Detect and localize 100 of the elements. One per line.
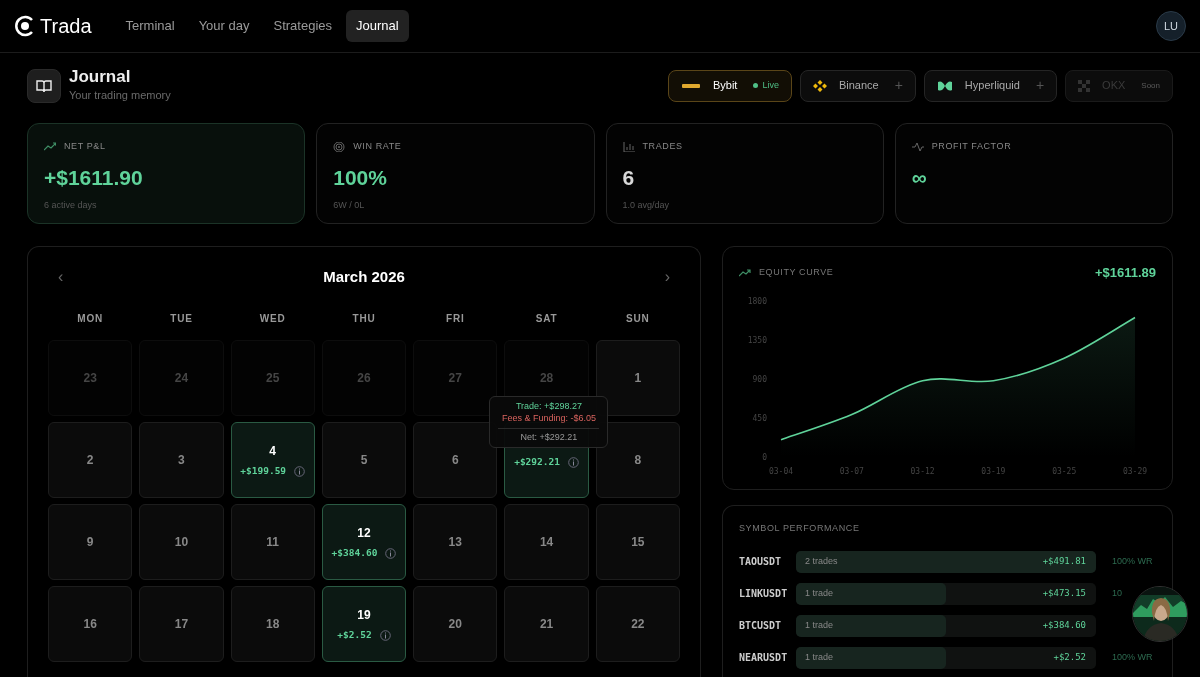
calendar-day[interactable]: 16	[48, 586, 133, 663]
axis-label: 900	[752, 374, 767, 384]
card-title: EQUITY CURVE	[759, 266, 834, 280]
target-icon	[333, 141, 346, 152]
trend-icon	[739, 268, 751, 277]
calendar-day[interactable]: 12 +$384.60	[321, 504, 407, 581]
exchange-chip[interactable]: Hyperliquid +	[923, 69, 1058, 102]
day-number: 4	[269, 443, 277, 461]
axis-label: 03-19	[981, 466, 1006, 476]
book-icon	[27, 68, 61, 103]
next-month-button[interactable]: ›	[654, 265, 680, 290]
weekday-label: SUN	[625, 312, 651, 327]
symbol-name: BTCUSDT	[739, 619, 783, 634]
calendar-day[interactable]: 5	[321, 422, 407, 499]
stat-value: +$1611.90	[44, 164, 144, 191]
nav-tab[interactable]: Journal	[346, 10, 409, 42]
symbol-name: NEARUSDT	[739, 651, 789, 666]
stat-label: PROFIT FACTOR	[931, 140, 1012, 154]
weekday-label: FRI	[445, 312, 466, 327]
previous-month-button[interactable]: ‹	[48, 265, 74, 290]
calendar-day[interactable]: 14	[504, 504, 589, 581]
stat-value: 6	[622, 164, 636, 191]
day-number: 25	[266, 370, 280, 388]
day-number: 15	[631, 534, 645, 552]
live-dot-icon	[753, 83, 759, 89]
day-number: 17	[174, 616, 189, 634]
diamond-logo-icon	[812, 78, 827, 93]
calendar-day[interactable]: 4 +$199.59	[230, 422, 315, 499]
day-number: 1	[634, 370, 642, 388]
weekday-label: TUE	[169, 312, 194, 327]
weekday-label: SAT	[534, 312, 559, 327]
calendar-day[interactable]: 6	[413, 422, 498, 499]
nav-tab[interactable]: Your day	[188, 10, 260, 42]
calendar-day[interactable]: 18	[230, 586, 315, 663]
calendar-day[interactable]: 8	[595, 422, 680, 499]
stat-caption: 1.0 avg/day	[622, 199, 671, 213]
stat-caption: 6 active days	[44, 199, 98, 213]
exchange-chip[interactable]: Bybit Live	[667, 69, 792, 102]
day-number: 23	[83, 370, 97, 388]
stat-value: ∞	[911, 164, 928, 191]
win-rate: 10	[1112, 587, 1122, 598]
day-number: 5	[360, 452, 368, 470]
calendar-day[interactable]: 22	[595, 586, 680, 663]
day-number: 18	[266, 616, 280, 634]
user-avatar[interactable]: LU	[1156, 11, 1186, 41]
day-number: 22	[631, 616, 645, 634]
stat-value: 100%	[333, 164, 388, 191]
day-number: 26	[357, 370, 371, 388]
calendar-day[interactable]: 17	[139, 586, 224, 663]
day-number: 10	[174, 534, 189, 552]
calendar-day[interactable]: 9	[48, 504, 133, 581]
weekday-label: MON	[76, 312, 104, 327]
month-title: March 2026	[323, 266, 405, 287]
calendar-day[interactable]: 20	[413, 586, 498, 663]
axis-label: 03-04	[768, 466, 794, 476]
day-pnl: +$384.60	[331, 546, 378, 561]
grid-logo-icon	[1078, 79, 1091, 92]
axis-label: 450	[752, 413, 767, 423]
exchange-name: Binance	[838, 78, 879, 94]
nav-tab[interactable]: Strategies	[263, 10, 343, 42]
calendar-day[interactable]: 3	[139, 422, 224, 499]
info-icon	[294, 465, 306, 477]
axis-label: 03-29	[1122, 466, 1148, 476]
axis-label: 03-07	[839, 466, 864, 476]
calendar-day[interactable]: 21	[504, 586, 589, 663]
weekday-label: THU	[351, 312, 377, 327]
calendar-day[interactable]: 19 +$2.52	[321, 586, 407, 663]
calendar-day[interactable]: 10	[139, 504, 224, 581]
day-number: 6	[451, 452, 459, 470]
exchange-chip[interactable]: Binance +	[799, 69, 916, 102]
day-number: 27	[448, 370, 462, 388]
calendar-day[interactable]: 1	[595, 340, 680, 417]
axis-label: 03-25	[1052, 466, 1077, 476]
symbol-pnl: +$491.81	[1042, 554, 1087, 568]
day-number: 20	[448, 616, 462, 634]
stat-caption: 6W / 0L	[333, 199, 366, 213]
info-icon	[567, 456, 579, 468]
nav-tab[interactable]: Terminal	[115, 10, 185, 42]
brand-name[interactable]: Trada	[40, 11, 92, 41]
calendar-day[interactable]: 15	[595, 504, 680, 581]
symbol-pnl: +$2.52	[1053, 650, 1087, 664]
tooltip-net: Net: +$292.21	[498, 427, 600, 444]
day-number: 8	[634, 452, 642, 470]
stat-label: TRADES	[642, 140, 683, 154]
trade-count: 1 trade	[804, 618, 834, 632]
calendar-day[interactable]: 13	[413, 504, 498, 581]
trade-count: 1 trade	[804, 650, 834, 664]
day-number: 11	[266, 534, 280, 552]
day-number: 13	[448, 534, 462, 552]
day-pnl: +$199.59	[240, 464, 287, 479]
card-title: SYMBOL PERFORMANCE	[739, 522, 861, 536]
symbol-name: LINKUSDT	[739, 587, 789, 602]
day-number: 3	[178, 452, 185, 470]
day-number: 14	[539, 534, 554, 552]
calendar-day[interactable]: 11	[230, 504, 315, 581]
day-number: 19	[357, 607, 371, 625]
symbol-pnl: +$473.15	[1042, 586, 1087, 600]
calendar-day[interactable]: 2	[48, 422, 133, 499]
tooltip-trade: Trade: +$298.27	[514, 401, 583, 413]
trade-count: 1 trade	[804, 586, 834, 600]
